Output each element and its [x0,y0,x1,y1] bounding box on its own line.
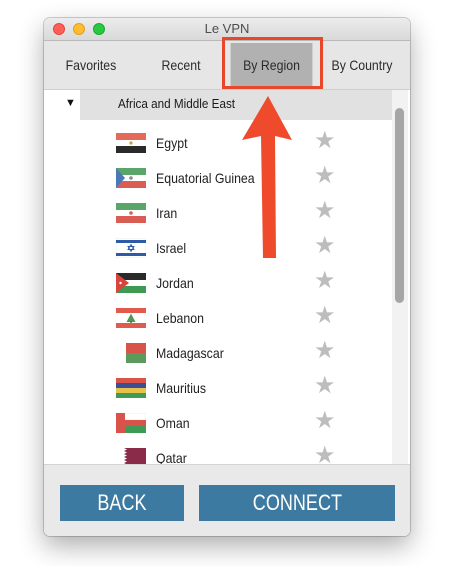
country-name: Qatar [156,450,187,464]
favorite-star-icon[interactable]: ★ [314,129,336,153]
favorite-star-icon[interactable]: ★ [314,269,336,293]
country-name: Madagascar [156,345,224,361]
israel-flag-icon [116,238,146,258]
country-name: Equatorial Guinea [156,170,255,186]
egypt-flag-icon [116,133,146,153]
favorite-star-icon[interactable]: ★ [314,444,336,465]
favorite-star-icon[interactable]: ★ [314,409,336,433]
region-group-header[interactable]: Africa and Middle East [80,90,392,120]
window-title: Le VPN [204,21,250,36]
favorite-star-icon[interactable]: ★ [314,374,336,398]
country-name: Mauritius [156,380,206,396]
region-group-label: Africa and Middle East [118,96,236,111]
madagascar-flag-icon [116,343,146,363]
favorite-star-icon[interactable]: ★ [314,164,336,188]
country-row-mauritius[interactable]: Mauritius ★ [44,374,410,411]
scrollbar-thumb[interactable] [395,108,404,303]
country-name: Israel [156,240,187,256]
country-row-lebanon[interactable]: Lebanon ★ [44,304,410,341]
country-row-madagascar[interactable]: Madagascar ★ [44,339,410,376]
disclosure-triangle-icon[interactable]: ▼ [65,97,76,109]
country-name: Egypt [156,135,188,151]
equatorial-guinea-flag-icon [116,168,146,188]
tab-by-region[interactable]: By Region [230,43,313,87]
iran-flag-icon [116,203,146,223]
mauritius-flag-icon [116,378,146,398]
title-bar: Le VPN [44,18,410,41]
connect-button-label: CONNECT [252,490,342,515]
jordan-flag-icon [116,273,146,293]
country-row-jordan[interactable]: Jordan ★ [44,269,410,306]
country-row-qatar[interactable]: Qatar ★ [44,444,410,465]
oman-flag-icon [116,413,146,433]
server-list: ▼ Africa and Middle East Egypt ★ Equator… [44,90,410,464]
country-row-equatorial-guinea[interactable]: Equatorial Guinea ★ [44,164,410,201]
qatar-flag-icon [116,448,146,464]
country-row-iran[interactable]: Iran ★ [44,199,410,236]
tab-by-country[interactable]: By Country [331,41,393,89]
favorite-star-icon[interactable]: ★ [314,339,336,363]
tab-favorites[interactable]: Favorites [57,41,126,89]
favorite-star-icon[interactable]: ★ [314,304,336,328]
app-window: Le VPN Favorites Recent By Region By Cou… [44,18,410,536]
country-name: Iran [156,205,178,221]
connect-button[interactable]: CONNECT [199,485,395,521]
tab-recent[interactable]: Recent [148,41,213,89]
back-button-label: BACK [97,490,147,515]
country-name: Lebanon [156,310,204,326]
favorite-star-icon[interactable]: ★ [314,199,336,223]
action-bar: BACK CONNECT [44,464,410,536]
country-name: Oman [156,415,190,431]
country-name: Jordan [156,275,194,291]
lebanon-flag-icon [116,308,146,328]
favorite-star-icon[interactable]: ★ [314,234,336,258]
tab-bar: Favorites Recent By Region By Country [44,41,410,90]
country-row-israel[interactable]: Israel ★ [44,234,410,271]
back-button[interactable]: BACK [60,485,184,521]
country-row-egypt[interactable]: Egypt ★ [44,129,410,166]
country-row-oman[interactable]: Oman ★ [44,409,410,446]
